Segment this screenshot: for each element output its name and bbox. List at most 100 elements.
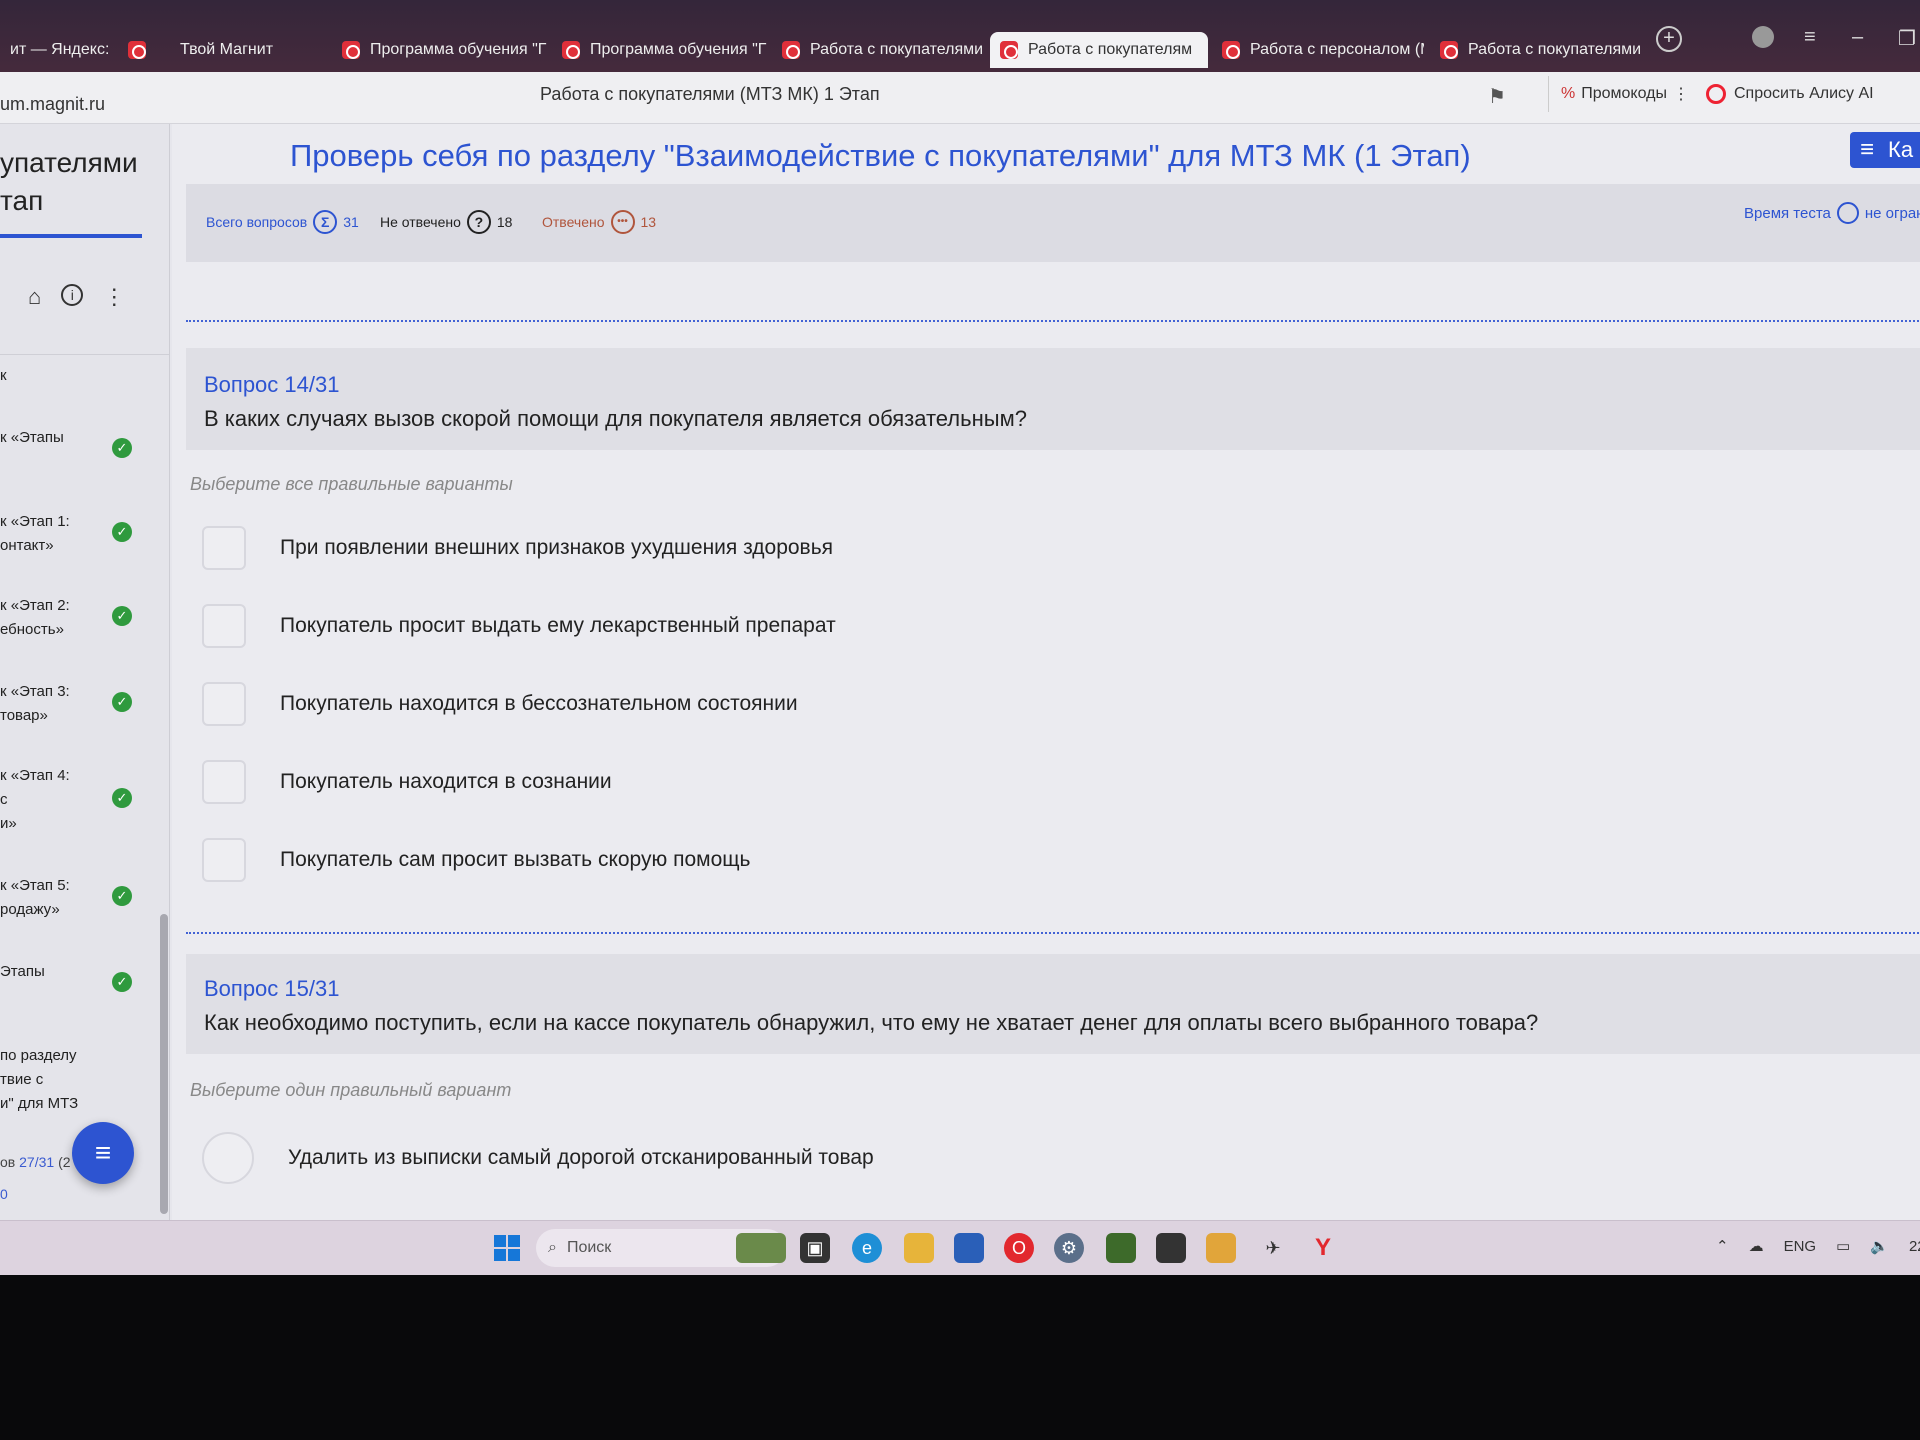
home-icon[interactable]: ⌂ (28, 284, 41, 310)
answer-label: Покупатель находится в сознании (280, 770, 612, 793)
progress-zero: 0 (0, 1186, 8, 1202)
edge-icon[interactable]: e (852, 1233, 882, 1263)
sidebar-toolbar: ⌂ i ⋮ (28, 284, 125, 310)
minecraft-icon[interactable] (1106, 1233, 1136, 1263)
test-main: Проверь себя по разделу "Взаимодействие … (172, 124, 1920, 1220)
radio-button[interactable] (202, 1132, 254, 1184)
course-title-line: тап (0, 185, 44, 216)
timer-label: Время теста (1744, 204, 1831, 222)
tab-personal[interactable]: Работа с персоналом (М (1212, 32, 1424, 68)
stopwatch-icon (1836, 202, 1859, 224)
question-number: Вопрос 14/31 (204, 372, 340, 397)
tab-rabota-active[interactable]: Работа с покупателям ✕ (990, 32, 1208, 68)
stat-label: Отвечено (542, 214, 605, 230)
volume-icon[interactable]: 🔈 (1870, 1237, 1889, 1255)
alice-label: Спросить Алису AI (1734, 85, 1874, 102)
timer-value: не ограни (1864, 204, 1920, 222)
tab-programma-2[interactable]: Программа обучения "Г (552, 32, 767, 68)
more-vertical-icon[interactable]: ⋮ (1673, 84, 1689, 104)
stat-unanswered: Не отвечено? 18 (380, 210, 512, 234)
minimize-icon[interactable]: – (1852, 26, 1863, 49)
completed-check-icon: ✓ (112, 522, 132, 542)
file-explorer-icon[interactable] (904, 1233, 934, 1263)
profile-avatar-icon[interactable] (1752, 26, 1774, 48)
yandex-browser-icon[interactable]: Y (1308, 1233, 1338, 1263)
checkbox[interactable] (202, 838, 246, 882)
search-icon: ⌕ (548, 1239, 557, 1256)
magnit-favicon-icon (1000, 41, 1018, 59)
contents-menu-button[interactable]: ≡ Ка (1850, 132, 1920, 168)
settings-gear-icon[interactable]: ⚙ (1054, 1233, 1084, 1263)
sidebar-scrollbar[interactable] (160, 914, 168, 1214)
tab-programma-1[interactable]: Программа обучения "Г (332, 32, 547, 68)
stat-value: 18 (496, 214, 513, 230)
bookmark-icon[interactable]: ⚑ (1488, 84, 1506, 109)
game-shield-icon[interactable] (1156, 1233, 1186, 1263)
course-title-line: упателями (0, 147, 138, 178)
task-view-icon[interactable]: ▣ (800, 1233, 830, 1263)
checkbox[interactable] (202, 760, 246, 804)
answer-label: Удалить из выписки самый дорогой отскани… (288, 1146, 874, 1169)
course-progress-bar (0, 234, 142, 238)
url-field[interactable]: um.magnit.ru (0, 94, 105, 115)
completed-check-icon: ✓ (112, 788, 132, 808)
game-icon[interactable] (1206, 1233, 1236, 1263)
alice-icon (1706, 84, 1726, 104)
tab-close-icon[interactable]: ✕ (1206, 40, 1208, 60)
checkbox[interactable] (202, 526, 246, 570)
plane-icon[interactable]: ✈ (1258, 1233, 1288, 1263)
answer-option[interactable]: Покупатель находится в бессознательном с… (202, 680, 798, 728)
sidebar-item-test[interactable]: по разделу твие с и" для МТЗ (0, 1044, 140, 1116)
search-placeholder: Поиск (566, 1239, 612, 1256)
tab-label: Программа обучения "Г (370, 41, 547, 58)
question-icon: ? (466, 210, 491, 234)
new-tab-plus-icon[interactable]: + (1656, 26, 1682, 52)
address-bar: um.magnit.ru Работа с покупателями (МТЗ … (0, 72, 1920, 124)
menu-fab-button[interactable]: ≡ (72, 1122, 134, 1184)
tab-yandex[interactable]: ит — Яндекс: (0, 32, 115, 68)
widgets-icon[interactable] (736, 1233, 786, 1263)
more-vertical-icon[interactable]: ⋮ (103, 284, 125, 310)
magnit-favicon-icon (562, 41, 580, 59)
tab-rabota-2[interactable]: Работа с покупателями (1430, 32, 1640, 68)
opera-icon[interactable]: O (1004, 1233, 1034, 1263)
windows-taskbar: ⌕ Поиск ▣ e O ⚙ ✈ Y ⌃ ☁ ENG ▭ 🔈 22 (0, 1220, 1920, 1275)
restore-icon[interactable]: ❐ (1898, 26, 1916, 51)
sidebar-item[interactable]: к (0, 364, 140, 388)
sidebar-divider (0, 354, 169, 355)
browser-menu-icon[interactable]: ≡ (1804, 26, 1816, 49)
answer-option[interactable]: Покупатель просит выдать ему лекарственн… (202, 602, 836, 650)
percent-icon: % (1561, 85, 1576, 102)
promo-button[interactable]: % Промокоды ⋮ (1548, 76, 1701, 112)
magnit-favicon-icon (782, 41, 800, 59)
tab-label: Твой Магнит (180, 41, 274, 58)
store-icon[interactable] (954, 1233, 984, 1263)
question-header: Вопрос 15/31 Как необходимо поступить, е… (186, 954, 1920, 1054)
answer-option[interactable]: При появлении внешних признаков ухудшени… (202, 524, 833, 572)
clock[interactable]: 22 (1909, 1238, 1920, 1255)
language-indicator[interactable]: ENG (1784, 1238, 1817, 1255)
network-icon[interactable]: ☁ (1749, 1237, 1764, 1255)
tab-tvoi-magnit[interactable]: Твой Магнит (118, 32, 328, 68)
answer-option[interactable]: Покупатель сам просит вызвать скорую пом… (202, 836, 750, 884)
checkbox[interactable] (202, 604, 246, 648)
chevron-up-icon[interactable]: ⌃ (1716, 1237, 1729, 1255)
info-icon[interactable]: i (61, 284, 84, 306)
question-divider (186, 932, 1920, 934)
tab-rabota-1[interactable]: Работа с покупателями (772, 32, 982, 68)
display-icon[interactable]: ▭ (1836, 1237, 1850, 1255)
answer-option[interactable]: Удалить из выписки самый дорогой отскани… (202, 1132, 874, 1184)
stat-total: Всего вопросов Σ 31 (206, 210, 359, 234)
checkbox[interactable] (202, 682, 246, 726)
question-header: Вопрос 14/31 В каких случаях вызов скоро… (186, 348, 1920, 450)
progress-prefix: ов (0, 1154, 16, 1170)
completed-check-icon: ✓ (112, 438, 132, 458)
system-tray: ⌃ ☁ ENG ▭ 🔈 22 (1716, 1237, 1920, 1256)
alice-button[interactable]: Спросить Алису AI (1706, 76, 1874, 112)
tab-label: ит — Яндекс: (10, 41, 110, 58)
windows-start-icon[interactable] (494, 1235, 520, 1261)
question-text: Как необходимо поступить, если на кассе … (204, 1010, 1539, 1035)
magnit-favicon-icon (1440, 41, 1458, 59)
tab-label: Работа с персоналом (М (1250, 41, 1424, 58)
answer-option[interactable]: Покупатель находится в сознании (202, 758, 612, 806)
